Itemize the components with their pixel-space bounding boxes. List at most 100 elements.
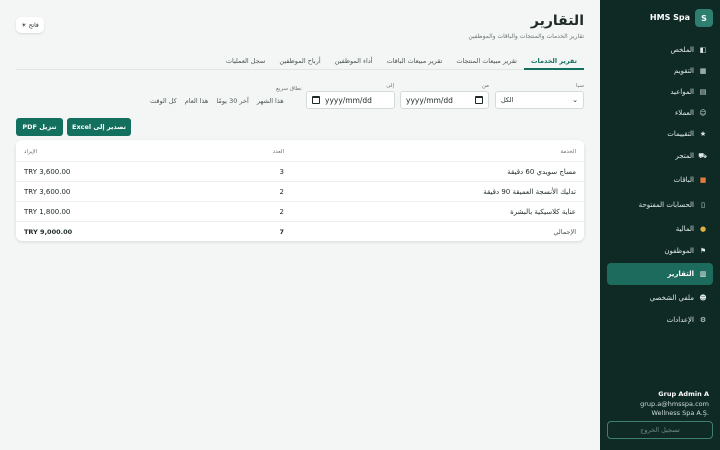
sidebar-item-store[interactable]: ⛟ المتجر: [607, 146, 713, 166]
quick-range-group: هذا الشهر آخر 30 يومًا هذا العام كل الوق…: [146, 93, 288, 109]
from-date-input[interactable]: yyyy/mm/dd: [400, 91, 489, 109]
table-row: مساج سويدي 60 دقيقة 3 TRY 3,600.00: [16, 162, 584, 182]
sidebar-item-settings[interactable]: ⚙ الإعدادات: [607, 310, 713, 330]
date-placeholder: yyyy/mm/dd: [325, 95, 372, 105]
service-name: عناية كلاسيكية بالبشرة: [510, 207, 576, 216]
service-revenue: TRY 3,600.00: [24, 187, 71, 196]
column-header-qty: العدد: [272, 148, 284, 155]
service-qty: 2: [279, 207, 284, 216]
services-report-table: الخدمة العدد الإيراد مساج سويدي 60 دقيقة…: [16, 140, 584, 241]
tab-product-sales-report[interactable]: تقرير مبيعات المنتجات: [449, 54, 524, 70]
quick-range-last-30-days[interactable]: آخر 30 يومًا: [212, 93, 252, 109]
user-name: Grup Admin A: [658, 390, 709, 398]
flag-icon: ⚑: [699, 247, 707, 255]
user-email: grup.a@hmsspa.com: [640, 400, 709, 408]
quick-range-this-year[interactable]: هذا العام: [181, 93, 213, 109]
chart-icon: ▥: [699, 270, 707, 278]
user-company: Wellness Spa A.Ş.: [651, 409, 709, 417]
brand-name: HMS Spa: [649, 13, 690, 22]
sidebar-item-reviews[interactable]: ★ التقييمات: [607, 124, 713, 144]
quick-range-this-month[interactable]: هذا الشهر: [253, 93, 288, 109]
download-pdf-button[interactable]: تنزيل PDF: [16, 118, 63, 136]
service-revenue: TRY 1,800.00: [24, 207, 71, 216]
quick-range-label: نطاق سريع: [276, 86, 302, 92]
sidebar-item-clients[interactable]: ☺ العملاء: [607, 103, 713, 123]
service-name: مساج سويدي 60 دقيقة: [507, 167, 576, 176]
user-icon: ☻: [699, 294, 707, 302]
sidebar-item-label: التقارير: [667, 270, 694, 278]
service-name: تدليك الأنسجة العميقة 90 دقيقة: [483, 187, 576, 196]
service-qty: 3: [279, 167, 284, 176]
date-placeholder: yyyy/mm/dd: [406, 95, 453, 105]
sidebar-item-reports[interactable]: ▥ التقارير: [607, 263, 713, 285]
sidebar-item-summary[interactable]: ◧ الملخص: [607, 40, 713, 60]
logout-button[interactable]: تسجيل الخروج: [607, 421, 713, 439]
page-title: التقارير: [530, 13, 584, 29]
quick-range-all-time[interactable]: كل الوقت: [146, 93, 181, 109]
sidebar-item-appointments[interactable]: ▤ المواعيد: [607, 82, 713, 102]
cart-icon: ⛟: [698, 151, 707, 160]
spa-select-value: الكل: [501, 96, 514, 104]
from-date-label: من: [481, 83, 489, 89]
calendar-icon: ▦: [699, 67, 707, 75]
total-revenue: TRY 9,000.00: [24, 228, 73, 236]
theme-toggle-button[interactable]: ☀ فاتح: [16, 17, 44, 33]
tab-staff-performance[interactable]: أداء الموظفين: [328, 54, 380, 70]
total-label: الإجمالي: [553, 228, 576, 236]
table-row: تدليك الأنسجة العميقة 90 دقيقة 2 TRY 3,6…: [16, 182, 584, 202]
theme-toggle-label: فاتح: [28, 21, 39, 29]
sidebar-item-label: التقييمات: [667, 130, 694, 138]
sun-icon: ☀: [21, 21, 27, 29]
star-icon: ★: [699, 130, 707, 138]
sidebar-item-label: ملفي الشخصي: [649, 294, 694, 302]
main-content: ☀ فاتح التقارير تقارير الخدمات والمنتجات…: [0, 0, 600, 450]
sidebar-item-profile[interactable]: ☻ ملفي الشخصي: [607, 288, 713, 308]
package-icon: ■: [699, 176, 707, 184]
total-qty: 7: [279, 228, 284, 236]
column-header-revenue: الإيراد: [24, 148, 38, 155]
sidebar-item-label: الباقات: [673, 176, 694, 184]
sidebar-item-label: الملخص: [670, 46, 694, 54]
dashboard-icon: ◧: [699, 46, 707, 54]
sidebar-item-calendar[interactable]: ▦ التقويم: [607, 61, 713, 81]
sidebar-item-label: المتجر: [675, 152, 694, 160]
to-date-label: إلى: [386, 83, 394, 89]
sidebar: S HMS Spa ◧ الملخص ▦ التقويم ▤ المواعيد …: [600, 0, 720, 450]
sidebar-item-label: الإعدادات: [666, 316, 694, 324]
brand-logo: S: [695, 9, 713, 27]
calendar-icon[interactable]: [312, 96, 320, 104]
export-excel-button[interactable]: تصدير إلى Excel: [67, 118, 131, 136]
gear-icon: ⚙: [699, 316, 707, 324]
to-date-input[interactable]: yyyy/mm/dd: [306, 91, 395, 109]
column-header-service: الخدمة: [560, 148, 576, 155]
sidebar-item-label: المالية: [675, 225, 694, 233]
report-tabs: تقرير الخدمات تقرير مبيعات المنتجات تقري…: [16, 54, 584, 70]
tab-services-report[interactable]: تقرير الخدمات: [523, 54, 584, 70]
sidebar-item-finance[interactable]: ● المالية: [607, 219, 713, 239]
tab-activity-log[interactable]: سجل العمليات: [219, 54, 273, 70]
clients-icon: ☺: [699, 109, 707, 117]
sidebar-item-staff[interactable]: ⚑ الموظفون: [607, 241, 713, 261]
calendar-icon[interactable]: [475, 96, 483, 104]
tab-package-sales-report[interactable]: تقرير مبيعات الباقات: [380, 54, 450, 70]
sidebar-item-packages[interactable]: ■ الباقات: [607, 170, 713, 190]
money-bag-icon: ●: [699, 225, 707, 233]
tab-staff-earnings[interactable]: أرباح الموظفين: [272, 54, 327, 70]
page-subtitle: تقارير الخدمات والمنتجات والباقات والموظ…: [468, 33, 584, 40]
receipt-icon: ▯: [701, 201, 705, 209]
table-total-row: الإجمالي 7 TRY 9,000.00: [16, 222, 584, 241]
sidebar-item-label: التقويم: [674, 67, 694, 75]
appointments-icon: ▤: [699, 88, 707, 96]
spa-select[interactable]: الكل ⌄: [495, 91, 584, 109]
service-revenue: TRY 3,600.00: [24, 167, 71, 176]
sidebar-item-label: الموظفون: [664, 247, 694, 255]
table-header-row: الخدمة العدد الإيراد: [16, 142, 584, 162]
service-qty: 2: [279, 187, 284, 196]
sidebar-item-label: العملاء: [675, 109, 694, 117]
sidebar-item-label: المواعيد: [670, 88, 694, 96]
sidebar-item-open-accounts[interactable]: ▯ الحسابات المفتوحة: [607, 195, 713, 215]
sidebar-item-label: الحسابات المفتوحة: [638, 201, 694, 209]
spa-filter-label: سبا: [576, 83, 584, 89]
chevron-down-icon: ⌄: [572, 96, 578, 104]
table-row: عناية كلاسيكية بالبشرة 2 TRY 1,800.00: [16, 202, 584, 222]
